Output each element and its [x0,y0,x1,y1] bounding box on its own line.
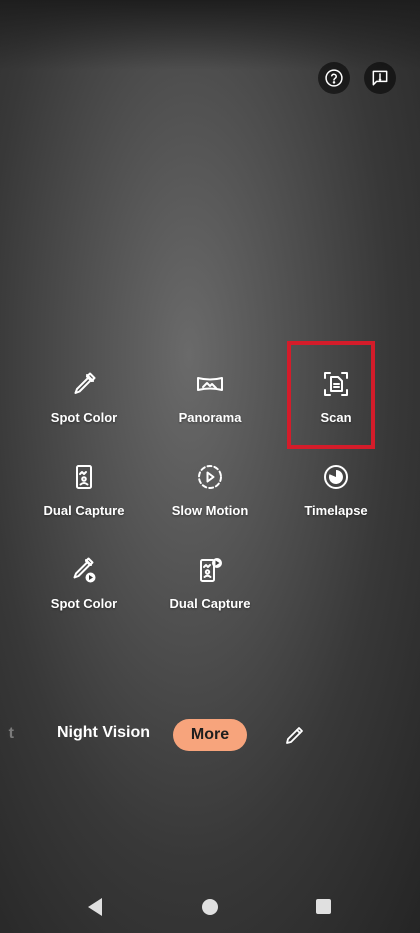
mode-label: Spot Color [50,410,118,425]
dual-capture-video-icon [196,556,224,584]
mode-label: Spot Color [50,596,118,611]
panorama-icon [196,370,224,398]
mode-label: Panorama [178,410,242,425]
top-shade [0,0,420,70]
dual-capture-icon [70,463,98,491]
pencil-icon[interactable] [283,723,307,747]
feedback-icon [372,70,388,86]
current-mode-label[interactable]: Night Vision [57,724,150,742]
mode-label: Dual Capture [169,596,251,611]
more-button[interactable]: More [173,719,247,751]
mode-dual-capture-video[interactable]: Dual Capture [147,552,273,636]
mode-label: Dual Capture [43,503,125,518]
mode-dual-capture[interactable]: Dual Capture [21,459,147,543]
help-button[interactable] [318,62,350,94]
eyedropper-video-icon [70,556,98,584]
previous-mode-label[interactable]: t [0,725,14,743]
mode-timelapse[interactable]: Timelapse [273,459,399,543]
home-circle-icon[interactable] [202,899,218,915]
slow-motion-icon [196,463,224,491]
help-circle-icon [325,69,343,87]
mode-panorama[interactable]: Panorama [147,366,273,450]
mode-label: Slow Motion [171,503,249,518]
mode-label: Timelapse [304,503,368,518]
scan-highlight-box [287,341,375,449]
back-triangle-icon[interactable] [86,897,104,917]
feedback-button[interactable] [364,62,396,94]
recents-square-icon[interactable] [316,899,331,914]
mode-bar: t Night Vision More [0,712,420,758]
timelapse-icon [322,463,350,491]
system-nav-bar [0,880,420,933]
mode-spot-color-video[interactable]: Spot Color [21,552,147,636]
mode-spot-color[interactable]: Spot Color [21,366,147,450]
mode-slow-motion[interactable]: Slow Motion [147,459,273,543]
eyedropper-icon [70,370,98,398]
